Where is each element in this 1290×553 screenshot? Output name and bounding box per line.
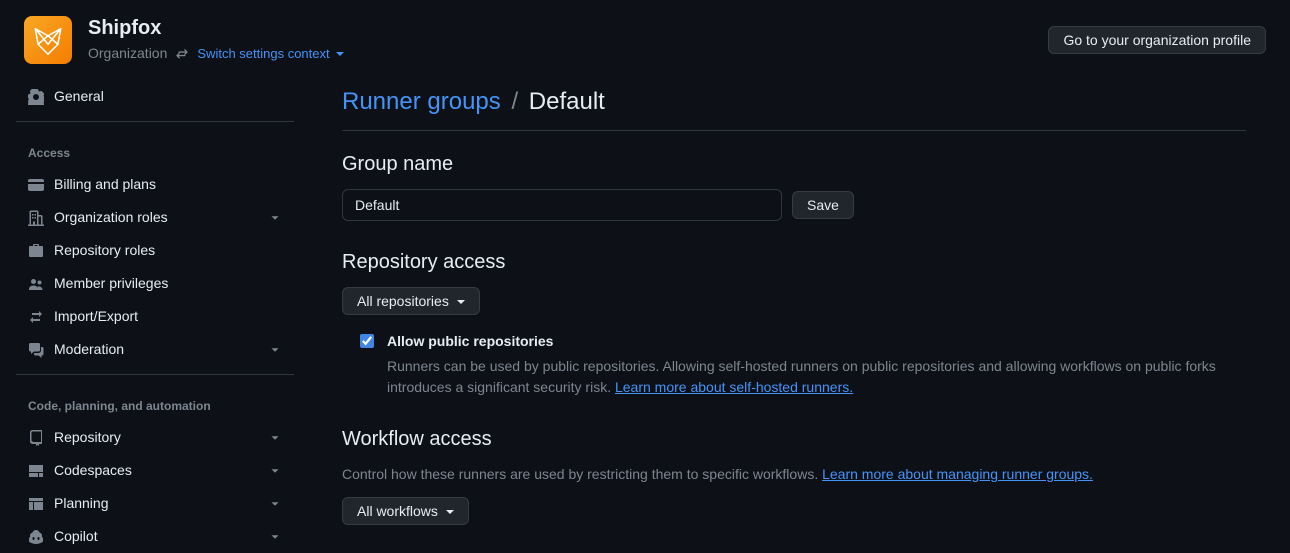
org-type-label: Organization bbox=[88, 43, 167, 64]
divider bbox=[16, 374, 294, 375]
caret-down-icon bbox=[334, 44, 344, 64]
sidebar-group-title: Access bbox=[12, 130, 298, 168]
sidebar-item-org-roles[interactable]: Organization roles bbox=[12, 201, 298, 234]
group-name-input[interactable] bbox=[342, 189, 782, 221]
switch-context-link[interactable]: Switch settings context bbox=[197, 44, 343, 64]
allow-public-repos-description: Runners can be used by public repositori… bbox=[387, 356, 1246, 398]
breadcrumb-parent-link[interactable]: Runner groups bbox=[342, 88, 501, 115]
go-to-profile-button[interactable]: Go to your organization profile bbox=[1048, 26, 1266, 54]
people-icon bbox=[28, 276, 44, 292]
chevron-down-icon bbox=[268, 464, 282, 478]
credit-card-icon bbox=[28, 177, 44, 193]
sidebar-item-planning[interactable]: Planning bbox=[12, 487, 298, 520]
chevron-down-icon bbox=[268, 343, 282, 357]
sidebar-item-member-priv[interactable]: Member privileges bbox=[12, 267, 298, 300]
sidebar-item-label: Moderation bbox=[54, 339, 258, 360]
chevron-down-icon bbox=[268, 530, 282, 544]
codespaces-icon bbox=[28, 463, 44, 479]
sidebar-item-label: Repository roles bbox=[54, 240, 282, 261]
settings-sidebar: General Access Billing and plans Organiz… bbox=[0, 72, 310, 553]
briefcase-icon bbox=[28, 243, 44, 259]
breadcrumb-current: Default bbox=[529, 88, 605, 115]
sidebar-item-billing[interactable]: Billing and plans bbox=[12, 168, 298, 201]
sidebar-item-label: Codespaces bbox=[54, 460, 258, 481]
repo-access-select[interactable]: All repositories bbox=[342, 287, 480, 315]
sidebar-item-moderation[interactable]: Moderation bbox=[12, 333, 298, 366]
sidebar-item-label: Planning bbox=[54, 493, 258, 514]
breadcrumb: Runner groups / Default bbox=[342, 84, 1246, 131]
repo-icon bbox=[28, 430, 44, 446]
sidebar-item-general[interactable]: General bbox=[12, 80, 298, 113]
allow-public-repos-checkbox[interactable] bbox=[360, 334, 374, 348]
sidebar-item-import-export[interactable]: Import/Export bbox=[12, 300, 298, 333]
sidebar-item-label: Billing and plans bbox=[54, 174, 282, 195]
chevron-down-icon bbox=[268, 211, 282, 225]
group-name-heading: Group name bbox=[342, 149, 1246, 179]
sidebar-item-copilot[interactable]: Copilot bbox=[12, 520, 298, 553]
workflow-access-select[interactable]: All workflows bbox=[342, 497, 469, 525]
chevron-down-icon bbox=[268, 497, 282, 511]
arrow-switch-icon bbox=[175, 47, 189, 61]
sidebar-item-label: Organization roles bbox=[54, 207, 258, 228]
copilot-icon bbox=[28, 529, 44, 545]
fox-icon bbox=[31, 23, 65, 57]
sidebar-item-label: Member privileges bbox=[54, 273, 282, 294]
gear-icon bbox=[28, 89, 44, 105]
sidebar-group-title: Code, planning, and automation bbox=[12, 383, 298, 421]
workflow-access-heading: Workflow access bbox=[342, 424, 1246, 454]
caret-down-icon bbox=[455, 293, 465, 309]
repo-access-heading: Repository access bbox=[342, 247, 1246, 277]
page-header: Shipfox Organization Switch settings con… bbox=[0, 0, 1290, 72]
caret-down-icon bbox=[444, 503, 454, 519]
allow-public-repos-label: Allow public repositories bbox=[387, 331, 1246, 352]
save-button[interactable]: Save bbox=[792, 191, 854, 219]
sidebar-item-label: Repository bbox=[54, 427, 258, 448]
organization-icon bbox=[28, 210, 44, 226]
table-icon bbox=[28, 496, 44, 512]
learn-more-runners-link[interactable]: Learn more about self-hosted runners. bbox=[615, 379, 853, 395]
sidebar-item-label: Copilot bbox=[54, 526, 258, 547]
learn-more-runner-groups-link[interactable]: Learn more about managing runner groups. bbox=[822, 466, 1093, 482]
org-name: Shipfox bbox=[88, 16, 1048, 41]
sidebar-item-label: Import/Export bbox=[54, 306, 282, 327]
divider bbox=[16, 121, 294, 122]
breadcrumb-separator: / bbox=[507, 88, 522, 115]
arrow-switch-icon bbox=[28, 309, 44, 325]
org-avatar bbox=[24, 16, 72, 64]
sidebar-item-codespaces[interactable]: Codespaces bbox=[12, 454, 298, 487]
chevron-down-icon bbox=[268, 431, 282, 445]
sidebar-item-repository[interactable]: Repository bbox=[12, 421, 298, 454]
sidebar-item-repo-roles[interactable]: Repository roles bbox=[12, 234, 298, 267]
workflow-access-description: Control how these runners are used by re… bbox=[342, 464, 1246, 485]
main-content: Runner groups / Default Group name Save … bbox=[310, 72, 1270, 553]
sidebar-item-label: General bbox=[54, 86, 282, 107]
comment-discussion-icon bbox=[28, 342, 44, 358]
